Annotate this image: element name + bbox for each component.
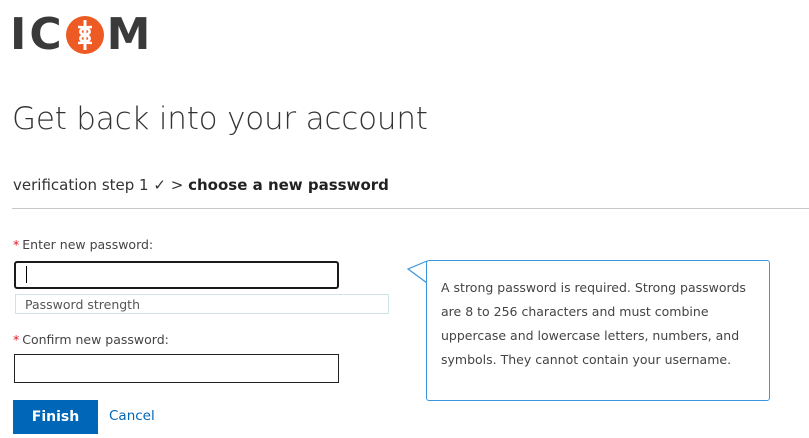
password-requirements-tooltip: A strong password is required. Strong pa…	[426, 260, 770, 401]
logo-letter-c: C	[29, 9, 63, 60]
text-caret	[26, 266, 27, 283]
cancel-link[interactable]: Cancel	[109, 408, 155, 424]
new-password-input[interactable]	[14, 261, 339, 289]
page-title: Get back into your account	[12, 101, 428, 137]
step-separator: >	[170, 176, 184, 194]
required-marker: *	[13, 237, 20, 252]
confirm-password-input[interactable]	[14, 354, 339, 383]
required-marker: *	[13, 332, 20, 347]
step-completed: verification step 1	[13, 176, 149, 194]
new-password-label-text: Enter new password:	[22, 237, 154, 252]
confirm-password-label-text: Confirm new password:	[22, 332, 169, 347]
step-current: choose a new password	[188, 176, 389, 194]
check-icon: ✓	[153, 176, 166, 194]
finish-button[interactable]: Finish	[13, 400, 98, 434]
tooltip-text: A strong password is required. Strong pa…	[441, 280, 746, 367]
breadcrumb: verification step 1 ✓ > choose a new pas…	[13, 176, 389, 194]
logo-letter-m: M	[106, 9, 152, 60]
new-password-label: * Enter new password:	[13, 237, 153, 252]
logo-letter-i: I	[10, 9, 28, 60]
logo: I C M	[10, 12, 151, 58]
tooltip-pointer	[406, 260, 428, 284]
confirm-password-label: * Confirm new password:	[13, 332, 169, 347]
divider	[12, 208, 809, 209]
password-strength-meter: Password strength	[15, 294, 389, 314]
caduceus-circle-icon	[65, 16, 104, 54]
